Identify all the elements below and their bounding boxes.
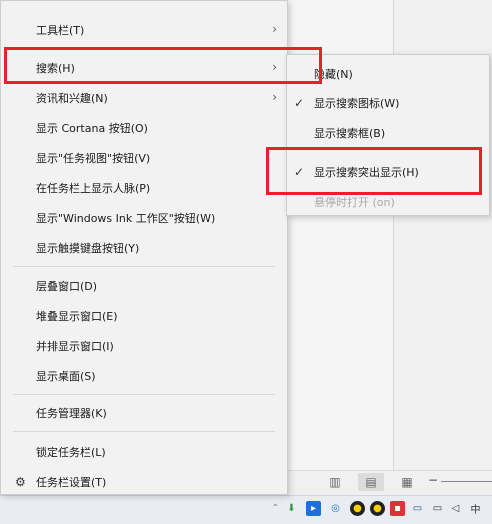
menu-item-side-by-side[interactable]: 并排显示窗口(I) — [1, 332, 287, 360]
submenu-item-label: 显示搜索框(B) — [314, 127, 386, 140]
zoom-slider[interactable] — [441, 481, 492, 482]
app-red-icon[interactable]: ▪ — [390, 501, 405, 516]
input-method-icon[interactable]: 中 — [468, 501, 483, 516]
print-layout-view-icon[interactable]: ▤ — [358, 473, 384, 491]
qq-icon[interactable]: ● — [350, 501, 365, 516]
menu-item-label: 显示桌面(S) — [36, 370, 96, 383]
menu-item-lock-taskbar[interactable]: 锁定任务栏(L) — [1, 438, 287, 466]
menu-item-task-manager[interactable]: 任务管理器(K) — [1, 399, 287, 427]
menu-item-label: 锁定任务栏(L) — [36, 446, 106, 459]
menu-separator — [13, 431, 275, 432]
submenu-item-label: 隐藏(N) — [314, 68, 353, 81]
chevron-right-icon: › — [272, 22, 277, 36]
menu-item-label: 显示 Cortana 按钮(O) — [36, 122, 148, 135]
menu-item-show-touch-keyboard[interactable]: 显示触摸键盘按钮(Y) — [1, 234, 287, 262]
network-icon[interactable]: ▭ — [430, 501, 445, 516]
checkmark-icon: ✓ — [294, 96, 305, 110]
menu-item-show-people[interactable]: 在任务栏上显示人脉(P) — [1, 174, 287, 202]
search-tray-icon[interactable]: ◎ — [328, 501, 343, 516]
menu-item-toolbar[interactable]: 工具栏(T) › — [1, 16, 287, 44]
menu-item-cascade-windows[interactable]: 层叠窗口(D) — [1, 272, 287, 300]
read-mode-view-icon[interactable]: ▥ — [322, 473, 348, 491]
chevron-right-icon: › — [272, 60, 277, 74]
volume-icon[interactable]: ◁ — [448, 501, 463, 516]
checkmark-icon: ✓ — [294, 165, 305, 179]
menu-item-label: 显示"任务视图"按钮(V) — [36, 152, 151, 165]
menu-item-label: 显示"Windows Ink 工作区"按钮(W) — [36, 212, 216, 225]
menu-separator — [13, 266, 275, 267]
menu-item-label: 任务栏设置(T) — [36, 476, 107, 489]
gear-icon: ⚙ — [15, 475, 26, 489]
menu-item-label: 堆叠显示窗口(E) — [36, 310, 118, 323]
submenu-item-show-search-box[interactable]: 显示搜索框(B) — [287, 119, 489, 147]
zoom-out-icon[interactable]: − — [428, 473, 438, 487]
menu-item-show-windows-ink[interactable]: 显示"Windows Ink 工作区"按钮(W) — [1, 204, 287, 232]
submenu-item-label: 显示搜索突出显示(H) — [314, 166, 419, 179]
battery-icon[interactable]: ▭ — [410, 501, 425, 516]
menu-item-label: 资讯和兴趣(N) — [36, 92, 108, 105]
menu-item-label: 搜索(H) — [36, 62, 75, 75]
submenu-item-show-search-icon[interactable]: ✓ 显示搜索图标(W) — [287, 89, 489, 117]
menu-separator — [13, 394, 275, 395]
chevron-right-icon: › — [272, 90, 277, 104]
menu-item-label: 层叠窗口(D) — [36, 280, 98, 293]
menu-item-label: 工具栏(T) — [36, 24, 85, 37]
app-tray-icon[interactable]: ▸ — [306, 501, 321, 516]
menu-item-show-task-view[interactable]: 显示"任务视图"按钮(V) — [1, 144, 287, 172]
menu-item-search[interactable]: 搜索(H) › — [1, 54, 287, 82]
menu-item-stack-windows[interactable]: 堆叠显示窗口(E) — [1, 302, 287, 330]
submenu-item-search-highlights[interactable]: ✓ 显示搜索突出显示(H) — [287, 158, 489, 186]
submenu-item-open-on-hover: 悬停时打开 (on) — [287, 188, 489, 216]
menu-item-label: 显示触摸键盘按钮(Y) — [36, 242, 140, 255]
taskbar-context-menu: 工具栏(T) › 搜索(H) › 资讯和兴趣(N) › 显示 Cortana 按… — [0, 0, 288, 495]
menu-item-label: 并排显示窗口(I) — [36, 340, 114, 353]
submenu-item-label: 显示搜索图标(W) — [314, 97, 400, 110]
qq-icon-2[interactable]: ● — [370, 501, 385, 516]
menu-item-show-desktop[interactable]: 显示桌面(S) — [1, 362, 287, 390]
menu-item-show-cortana[interactable]: 显示 Cortana 按钮(O) — [1, 114, 287, 142]
submenu-item-label: 悬停时打开 (on) — [314, 196, 395, 209]
chevron-up-icon[interactable]: ⌃ — [268, 501, 283, 516]
web-layout-view-icon[interactable]: ▦ — [394, 473, 420, 491]
menu-item-label: 任务管理器(K) — [36, 407, 107, 420]
search-submenu: 隐藏(N) ✓ 显示搜索图标(W) 显示搜索框(B) ✓ 显示搜索突出显示(H)… — [286, 54, 490, 216]
menu-item-news-interests[interactable]: 资讯和兴趣(N) › — [1, 84, 287, 112]
submenu-item-hidden[interactable]: 隐藏(N) — [287, 60, 489, 88]
menu-item-label: 在任务栏上显示人脉(P) — [36, 182, 151, 195]
menu-item-taskbar-settings[interactable]: ⚙ 任务栏设置(T) — [1, 468, 287, 496]
download-icon[interactable]: ⬇ — [284, 501, 299, 516]
